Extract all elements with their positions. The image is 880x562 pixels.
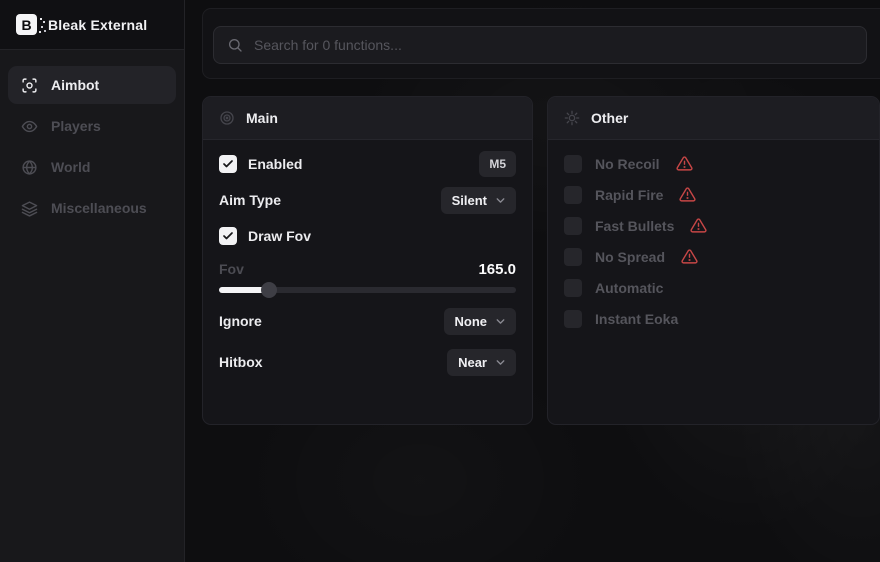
rapid-fire-label: Rapid Fire bbox=[595, 187, 663, 203]
aim-type-value: Silent bbox=[452, 193, 487, 208]
panel-main-header: Main bbox=[203, 97, 532, 140]
draw-fov-checkbox[interactable] bbox=[219, 227, 237, 245]
panel-other-header: Other bbox=[548, 97, 879, 140]
search-panel: Search for 0 functions... bbox=[202, 8, 880, 79]
hitbox-value: Near bbox=[458, 355, 487, 370]
app-title: Bleak External bbox=[48, 17, 147, 33]
ignore-dropdown[interactable]: None bbox=[444, 308, 517, 335]
panel-other-body: No Recoil Rapid Fire Fast Bullets bbox=[548, 140, 879, 334]
enabled-label: Enabled bbox=[248, 156, 302, 172]
sidebar-item-label: Players bbox=[51, 118, 101, 134]
panels-grid: Main Enabled M5 Aim Type Silent bbox=[202, 96, 880, 425]
enabled-row: Enabled M5 bbox=[219, 146, 516, 182]
toggle-row-no-recoil: No Recoil bbox=[564, 148, 863, 179]
enabled-keybind-button[interactable]: M5 bbox=[479, 151, 516, 177]
panel-main: Main Enabled M5 Aim Type Silent bbox=[202, 96, 533, 425]
search-placeholder: Search for 0 functions... bbox=[254, 37, 402, 53]
fov-value: 165.0 bbox=[478, 261, 516, 278]
sidebar-item-miscellaneous[interactable]: Miscellaneous bbox=[8, 189, 176, 227]
gear-icon bbox=[564, 110, 580, 126]
sidebar-item-players[interactable]: Players bbox=[8, 107, 176, 145]
hitbox-dropdown[interactable]: Near bbox=[447, 349, 516, 376]
ignore-row: Ignore None bbox=[219, 303, 516, 339]
chevron-down-icon bbox=[494, 194, 507, 207]
ignore-label: Ignore bbox=[219, 313, 262, 329]
draw-fov-row: Draw Fov bbox=[219, 218, 516, 254]
logo-row: B Bleak External bbox=[0, 0, 184, 50]
warning-icon bbox=[690, 217, 707, 234]
instant-eoka-label: Instant Eoka bbox=[595, 311, 678, 327]
fast-bullets-label: Fast Bullets bbox=[595, 218, 674, 234]
ignore-value: None bbox=[455, 314, 488, 329]
enabled-checkbox[interactable] bbox=[219, 155, 237, 173]
target-icon bbox=[219, 110, 235, 126]
fov-slider[interactable] bbox=[219, 287, 516, 293]
panel-title: Main bbox=[246, 110, 278, 126]
globe-icon bbox=[21, 159, 38, 176]
automatic-label: Automatic bbox=[595, 280, 663, 296]
sidebar-item-label: Aimbot bbox=[51, 77, 99, 93]
fov-label: Fov bbox=[219, 261, 244, 277]
panel-main-body: Enabled M5 Aim Type Silent bbox=[203, 140, 532, 380]
search-icon bbox=[227, 37, 243, 53]
aim-type-label: Aim Type bbox=[219, 192, 281, 208]
chevron-down-icon bbox=[494, 356, 507, 369]
main-content: Search for 0 functions... Main bbox=[185, 0, 880, 562]
aim-type-row: Aim Type Silent bbox=[219, 182, 516, 218]
no-recoil-label: No Recoil bbox=[595, 156, 660, 172]
no-spread-label: No Spread bbox=[595, 249, 665, 265]
no-recoil-checkbox[interactable] bbox=[564, 155, 582, 173]
eye-icon bbox=[21, 118, 38, 135]
fast-bullets-checkbox[interactable] bbox=[564, 217, 582, 235]
warning-icon bbox=[681, 248, 698, 265]
hitbox-label: Hitbox bbox=[219, 354, 263, 370]
chevron-down-icon bbox=[494, 315, 507, 328]
instant-eoka-checkbox[interactable] bbox=[564, 310, 582, 328]
no-spread-checkbox[interactable] bbox=[564, 248, 582, 266]
toggle-row-fast-bullets: Fast Bullets bbox=[564, 210, 863, 241]
sidebar: B Bleak External Aimbot Players bbox=[0, 0, 185, 562]
crosshair-focus-icon bbox=[21, 77, 38, 94]
sidebar-item-label: World bbox=[51, 159, 90, 175]
panel-other: Other No Recoil Rapid Fire bbox=[547, 96, 880, 425]
toggle-row-rapid-fire: Rapid Fire bbox=[564, 179, 863, 210]
app-logo-icon: B bbox=[16, 14, 37, 35]
draw-fov-label: Draw Fov bbox=[248, 228, 311, 244]
fov-row: Fov 165.0 bbox=[219, 256, 516, 282]
sidebar-item-label: Miscellaneous bbox=[51, 200, 147, 216]
toggle-row-no-spread: No Spread bbox=[564, 241, 863, 272]
rapid-fire-checkbox[interactable] bbox=[564, 186, 582, 204]
panel-title: Other bbox=[591, 110, 628, 126]
aim-type-dropdown[interactable]: Silent bbox=[441, 187, 516, 214]
warning-icon bbox=[679, 186, 696, 203]
search-input[interactable]: Search for 0 functions... bbox=[213, 26, 867, 64]
warning-icon bbox=[676, 155, 693, 172]
automatic-checkbox[interactable] bbox=[564, 279, 582, 297]
sidebar-item-world[interactable]: World bbox=[8, 148, 176, 186]
hitbox-row: Hitbox Near bbox=[219, 344, 516, 380]
sidebar-item-aimbot[interactable]: Aimbot bbox=[8, 66, 176, 104]
toggle-row-instant-eoka: Instant Eoka bbox=[564, 303, 863, 334]
fov-slider-thumb[interactable] bbox=[261, 282, 277, 298]
sidebar-nav: Aimbot Players World bbox=[0, 50, 184, 238]
toggle-row-automatic: Automatic bbox=[564, 272, 863, 303]
layers-icon bbox=[21, 200, 38, 217]
